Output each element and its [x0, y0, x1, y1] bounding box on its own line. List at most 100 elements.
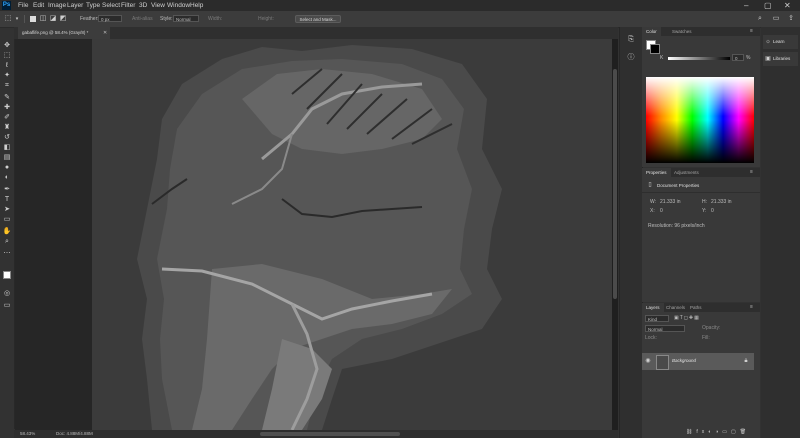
close-tab-icon[interactable]: ✕ [103, 29, 107, 37]
doc-size[interactable]: Doc: 4.88M/4.88M [56, 430, 93, 438]
hand-tool[interactable]: ✋ [0, 227, 14, 237]
share-icon[interactable]: ⇪ [786, 14, 796, 24]
chevron-down-icon[interactable]: ▾ [14, 14, 20, 24]
menu-filter[interactable]: Filter [121, 0, 135, 11]
tab-color[interactable]: Color [642, 27, 661, 36]
tab-swatches[interactable]: Swatches [668, 27, 696, 36]
x-label: X: [650, 208, 655, 214]
layers-footer-icons[interactable]: ⛓fx◐◑▭▢🗑︎ [686, 429, 756, 437]
blend-mode-select[interactable]: Normal [645, 325, 685, 332]
rectangle-tool[interactable]: ▭ [0, 215, 14, 225]
subtract-selection-icon[interactable]: ◪ [49, 14, 57, 24]
color-panel: Color Swatches ≡ K 0 % [642, 27, 760, 167]
properties-title: Document Properties [657, 183, 700, 188]
document-tab[interactable]: gabaflife.png @ 58.4% (Gray/8) * ✕ [18, 27, 110, 39]
type-tool[interactable]: T [0, 195, 14, 205]
history-brush-tool[interactable]: ↺ [0, 133, 14, 143]
pen-tool[interactable]: ✒ [0, 185, 14, 195]
canvas-workspace[interactable] [15, 39, 618, 430]
screen-mode-icon[interactable]: ▭ [0, 301, 14, 311]
horizontal-scrollbar[interactable] [260, 432, 400, 436]
menu-view[interactable]: View [151, 0, 165, 11]
height-label: Height: [258, 16, 274, 22]
marquee-preset-icon[interactable]: ⬚ [3, 14, 13, 24]
panel-menu-icon[interactable]: ≡ [750, 168, 753, 176]
panel-menu-icon[interactable]: ≡ [750, 303, 753, 311]
quick-mask-icon[interactable]: ◎ [0, 289, 14, 299]
h-value[interactable]: 21.333 in [711, 198, 732, 206]
menu-help[interactable]: Help [190, 0, 203, 11]
menu-layer[interactable]: Layer [67, 0, 83, 11]
clone-stamp-tool[interactable]: ♜ [0, 123, 14, 133]
crop-tool[interactable]: ⌗ [0, 81, 14, 91]
healing-brush-tool[interactable]: ✚ [0, 103, 14, 113]
layer-row-background[interactable]: ◉ Background 🔒︎ [642, 353, 754, 370]
menu-image[interactable]: Image [48, 0, 66, 11]
tab-channels[interactable]: Channels [662, 303, 689, 312]
layer-filter-select[interactable]: Kind [645, 315, 669, 322]
document-icon: ▯ [648, 182, 652, 188]
select-and-mask-button[interactable]: Select and Mask... [295, 15, 341, 23]
feather-input[interactable]: 0 px [98, 15, 122, 22]
menu-bar: Ps File Edit Image Layer Type Select Fil… [0, 0, 800, 11]
tools-panel: ✥ ⬚ ℓ ✦ ⌗ ✎ ✚ ✐ ♜ ↺ ◧ ▤ ● ◐ ✒ T ➤ ▭ ✋ ⌕ ⋯ ◎ ▭ [0, 39, 15, 429]
style-label: Style: [160, 16, 173, 22]
history-icon[interactable]: ⎘ [626, 35, 636, 45]
eyedropper-tool[interactable]: ✎ [0, 93, 14, 103]
menu-window[interactable]: Window [167, 0, 190, 11]
libraries-label: Libraries [773, 56, 791, 61]
dodge-tool[interactable]: ◐ [0, 173, 14, 183]
libraries-button[interactable]: ▣ Libraries [763, 52, 798, 66]
new-selection-icon[interactable] [30, 16, 36, 22]
menu-type[interactable]: Type [86, 0, 100, 11]
layer-name[interactable]: Background [672, 357, 696, 365]
panel-icon-strip: ⎘ ⓘ [619, 27, 643, 438]
scrollbar-thumb[interactable] [613, 69, 617, 299]
maximize-icon[interactable]: ▢ [764, 0, 772, 11]
magic-wand-tool[interactable]: ✦ [0, 71, 14, 81]
menu-select[interactable]: Select [102, 0, 120, 11]
search-icon[interactable]: ⌕ [755, 14, 765, 24]
tab-properties[interactable]: Properties [642, 168, 671, 177]
antialias-checkbox[interactable]: Anti-alias [132, 15, 153, 23]
zoom-tool[interactable]: ⌕ [0, 237, 14, 247]
k-slider[interactable] [668, 57, 730, 60]
tab-adjustments[interactable]: Adjustments [670, 168, 703, 177]
panel-menu-icon[interactable]: ≡ [750, 27, 753, 35]
path-selection-tool[interactable]: ➤ [0, 205, 14, 215]
move-tool[interactable]: ✥ [0, 41, 14, 51]
style-select[interactable]: Normal [173, 15, 199, 22]
k-value-input[interactable]: 0 [732, 54, 744, 61]
info-icon[interactable]: ⓘ [626, 53, 636, 63]
menu-edit[interactable]: Edit [33, 0, 44, 11]
document-canvas[interactable] [92, 39, 612, 430]
vertical-scrollbar[interactable] [612, 39, 618, 430]
close-icon[interactable]: ✕ [784, 0, 791, 11]
marquee-tool[interactable]: ⬚ [0, 51, 14, 61]
properties-panel-header: Properties Adjustments ≡ [642, 168, 760, 177]
zoom-level[interactable]: 58.43% [20, 430, 35, 438]
brush-tool[interactable]: ✐ [0, 113, 14, 123]
x-value[interactable]: 0 [660, 207, 663, 215]
w-value[interactable]: 21.333 in [660, 198, 681, 206]
lasso-tool[interactable]: ℓ [0, 61, 14, 71]
minimize-icon[interactable]: – [744, 0, 748, 11]
y-value[interactable]: 0 [711, 207, 714, 215]
workspace-icon[interactable]: ▭ [771, 14, 781, 24]
more-tools[interactable]: ⋯ [0, 249, 14, 259]
eye-icon[interactable]: ◉ [644, 356, 652, 366]
eraser-tool[interactable]: ◧ [0, 143, 14, 153]
gradient-tool[interactable]: ▤ [0, 153, 14, 163]
color-spectrum[interactable] [646, 77, 754, 163]
blur-tool[interactable]: ● [0, 163, 14, 173]
intersect-selection-icon[interactable]: ◩ [59, 14, 67, 24]
menu-file[interactable]: File [18, 0, 28, 11]
tab-paths[interactable]: Paths [686, 303, 706, 312]
background-swatch[interactable] [650, 44, 660, 54]
menu-3d[interactable]: 3D [139, 0, 147, 11]
layer-filter-icons[interactable]: ▣T◻✚▦ [674, 314, 700, 322]
add-selection-icon[interactable]: ◫ [39, 14, 47, 24]
tab-layers[interactable]: Layers [642, 303, 664, 312]
learn-button[interactable]: ☼ Learn [763, 35, 798, 49]
foreground-color-swatch[interactable] [3, 271, 11, 279]
